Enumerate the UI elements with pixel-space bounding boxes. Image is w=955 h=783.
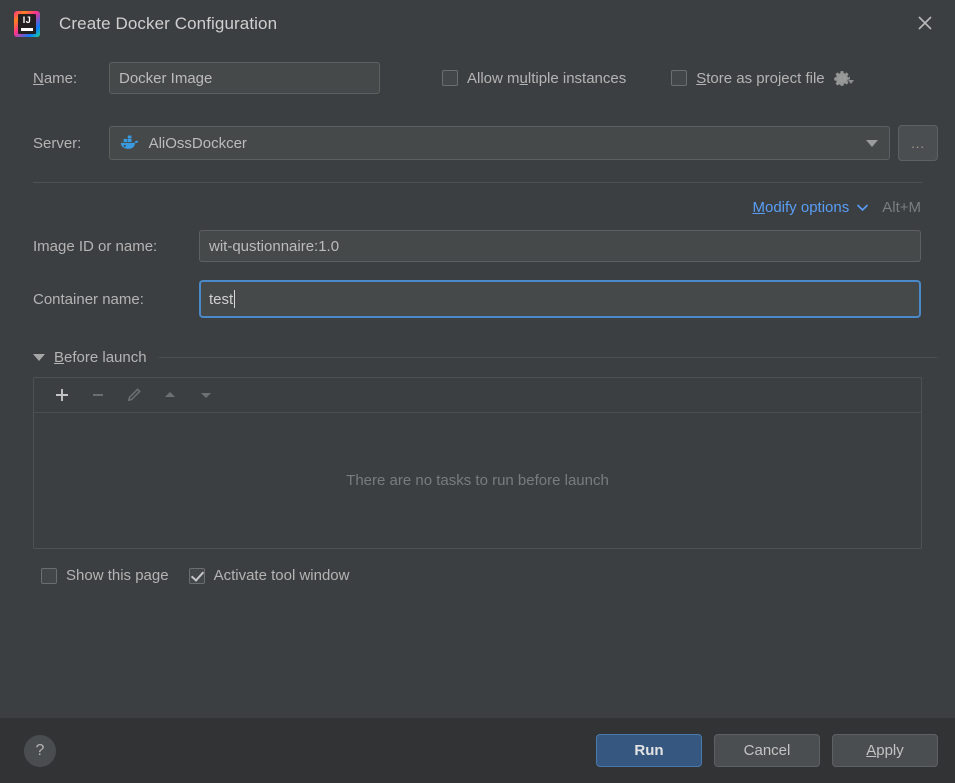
before-launch-header: Before launch (17, 349, 938, 366)
arrow-up-icon (152, 381, 188, 409)
store-as-project-file-checkbox[interactable]: Store as project file (671, 69, 825, 87)
window-title: Create Docker Configuration (59, 14, 278, 33)
triangle-down-icon[interactable] (33, 354, 45, 361)
close-icon[interactable] (895, 0, 955, 46)
store-as-project-file-label: Store as project file (696, 69, 825, 87)
image-id-value: wit-qustionnaire:1.0 (209, 237, 340, 255)
before-launch-empty-text: There are no tasks to run before launch (346, 472, 609, 489)
before-launch-title: Before launch (54, 349, 147, 366)
image-id-label: Image ID or name: (33, 237, 158, 255)
section-divider (33, 182, 922, 183)
server-value: AliOssDockcer (148, 134, 247, 152)
server-label: Server: (33, 134, 82, 152)
image-id-row: Image ID or name: wit-qustionnaire:1.0 (17, 228, 938, 264)
modify-options-row: Modify options Alt+M (17, 199, 938, 216)
show-this-page-box (41, 567, 57, 584)
cancel-button[interactable]: Cancel (714, 734, 820, 767)
text-caret (234, 290, 236, 308)
modify-options-shortcut: Alt+M (882, 199, 921, 216)
add-task-button[interactable] (44, 381, 80, 409)
name-label: Name: (33, 69, 78, 87)
pencil-icon (116, 381, 152, 409)
chevron-down-icon[interactable] (855, 127, 889, 159)
apply-button[interactable]: Apply (832, 734, 938, 767)
container-name-row: Container name: test (17, 279, 938, 319)
modify-options-link[interactable]: Modify options (753, 199, 850, 216)
name-input-value: Docker Image (119, 69, 213, 87)
show-this-page-checkbox[interactable]: Show this page (41, 567, 169, 584)
name-row: Name: Docker Image Allow multiple instan… (17, 58, 938, 98)
arrow-down-icon (188, 381, 224, 409)
options-row: Show this page Activate tool window (17, 567, 938, 584)
server-browse-button[interactable]: ... (898, 125, 938, 161)
run-button[interactable]: Run (596, 734, 702, 767)
store-as-project-file-box (671, 70, 688, 86)
show-this-page-label: Show this page (66, 567, 169, 584)
server-combobox[interactable]: AliOssDockcer (108, 126, 891, 160)
container-name-value: test (209, 290, 234, 308)
container-name-label: Container name: (33, 290, 144, 308)
before-launch-divider (158, 357, 937, 358)
docker-whale-icon (120, 135, 140, 151)
container-name-input[interactable]: test (199, 280, 921, 318)
title-bar: IJ Create Docker Configuration (0, 0, 955, 48)
before-launch-toolbar (34, 378, 921, 413)
server-row: Server: AliOssDockcer ... (17, 124, 938, 162)
before-launch-panel: There are no tasks to run before launch (33, 377, 922, 549)
allow-multiple-instances-box (442, 70, 458, 86)
help-button[interactable]: ? (24, 734, 56, 767)
image-id-input[interactable]: wit-qustionnaire:1.0 (199, 230, 921, 262)
intellij-idea-logo: IJ (14, 11, 40, 37)
activate-tool-window-checkbox[interactable]: Activate tool window (188, 567, 350, 584)
gear-icon[interactable] (833, 69, 854, 88)
dialog-body: Name: Docker Image Allow multiple instan… (0, 58, 955, 584)
activate-tool-window-box (188, 567, 205, 584)
name-input[interactable]: Docker Image (109, 62, 380, 94)
activate-tool-window-label: Activate tool window (213, 567, 350, 584)
allow-multiple-instances-checkbox[interactable]: Allow multiple instances (442, 70, 626, 87)
allow-multiple-instances-label: Allow multiple instances (467, 69, 627, 87)
remove-task-button (80, 381, 116, 409)
chevron-down-icon[interactable] (856, 203, 869, 212)
dialog-footer: ? Run Cancel Apply (0, 718, 955, 783)
